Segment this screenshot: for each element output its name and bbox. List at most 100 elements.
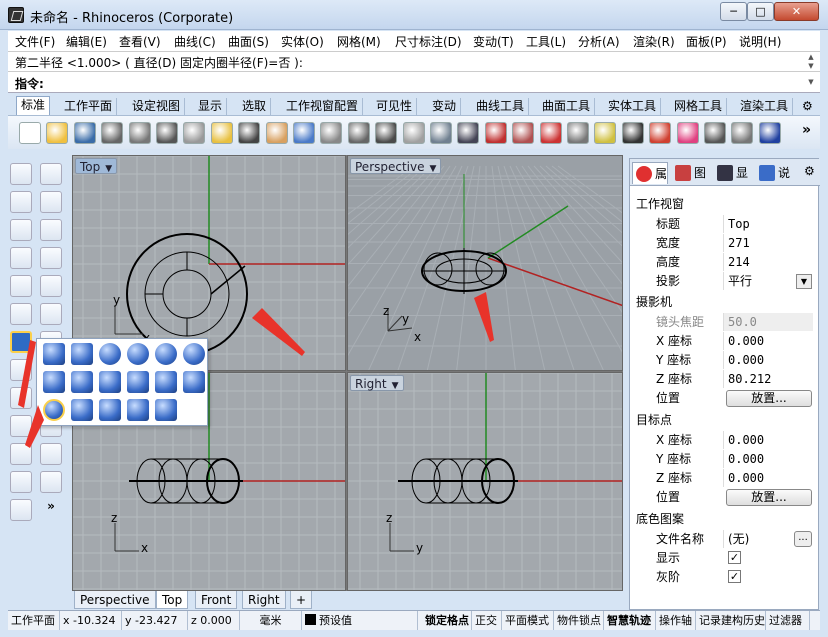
tab-solid-tools[interactable]: 实体工具: [604, 98, 662, 115]
status-osnap[interactable]: 物件锁点: [554, 611, 604, 630]
tab-visibility[interactable]: 可见性: [372, 98, 418, 115]
curve-icon[interactable]: [40, 191, 62, 213]
toolbar-options-icon[interactable]: ⚙: [802, 98, 813, 115]
menu-dimension[interactable]: 尺寸标注(D): [395, 33, 462, 50]
tab-transform[interactable]: 变动: [428, 98, 462, 115]
zoom-extents-icon[interactable]: [375, 122, 398, 144]
target-z-field[interactable]: 0.000: [723, 469, 813, 487]
point-cloud-icon[interactable]: [512, 122, 535, 144]
scroll-up-icon[interactable]: ▲: [804, 53, 818, 62]
maximize-button[interactable]: □: [747, 2, 774, 21]
zoom-window-icon[interactable]: [347, 122, 370, 144]
tab-render-tools[interactable]: 渲染工具: [736, 98, 794, 115]
tab-select[interactable]: 选取: [238, 98, 272, 115]
tab-standard[interactable]: 标准: [16, 96, 51, 116]
tab-mesh-tools[interactable]: 网格工具: [670, 98, 728, 115]
solid-box-icon[interactable]: [10, 331, 32, 353]
cylinder-icon[interactable]: [71, 343, 93, 365]
cut-icon[interactable]: [156, 122, 178, 144]
status-grid-snap[interactable]: 锁定格点: [422, 611, 472, 630]
viewport-perspective[interactable]: Perspective ▼ z y x: [347, 155, 623, 371]
command-dropdown-icon[interactable]: ▼: [804, 78, 818, 87]
status-gumball[interactable]: 操作轴: [656, 611, 696, 630]
menu-render[interactable]: 渲染(R): [633, 33, 675, 50]
panel-tab-properties[interactable]: 属: [632, 162, 668, 184]
menu-edit[interactable]: 编辑(E): [66, 33, 107, 50]
import-icon[interactable]: [128, 122, 151, 144]
close-button[interactable]: ✕: [774, 2, 819, 21]
tab-surface-tools[interactable]: 曲面工具: [538, 98, 596, 115]
browse-button[interactable]: ...: [794, 531, 812, 547]
rectangle-icon[interactable]: [40, 247, 62, 269]
status-ortho[interactable]: 正交: [472, 611, 502, 630]
zoom-selected-icon[interactable]: [402, 122, 425, 144]
viewport-height-field[interactable]: 214: [723, 253, 813, 271]
menu-surface[interactable]: 曲面(S): [228, 33, 269, 50]
chevron-down-icon[interactable]: ▼: [430, 161, 437, 177]
tab-cplanes[interactable]: 工作平面: [60, 98, 118, 115]
ellipse-icon[interactable]: [10, 275, 32, 297]
block-icon[interactable]: [40, 443, 62, 465]
render-preview-icon[interactable]: [731, 122, 754, 144]
target-x-field[interactable]: 0.000: [723, 431, 813, 449]
point-icon[interactable]: [40, 163, 62, 185]
sphere-ellipsoid-icon[interactable]: [127, 343, 149, 365]
fillet-curve-icon[interactable]: [40, 275, 62, 297]
select-arrow-icon[interactable]: [10, 163, 32, 185]
pipe-icon[interactable]: [71, 399, 93, 421]
pyramid-icon[interactable]: [99, 371, 121, 393]
car-icon[interactable]: [484, 122, 507, 144]
vptab-add-button[interactable]: +: [290, 591, 313, 609]
menu-panels[interactable]: 面板(P): [686, 33, 727, 50]
viewport-top-label[interactable]: Top ▼: [75, 158, 118, 174]
camera-y-field[interactable]: 0.000: [723, 351, 813, 369]
tab-set-view[interactable]: 设定视图: [128, 98, 186, 115]
status-cplane[interactable]: 工作平面: [8, 611, 60, 630]
menu-help[interactable]: 说明(H): [739, 33, 781, 50]
status-planar[interactable]: 平面模式: [502, 611, 554, 630]
circle-icon[interactable]: [10, 219, 32, 241]
lock-icon[interactable]: [621, 122, 644, 144]
toolbar-more-icon[interactable]: »: [802, 122, 811, 138]
viewport-width-field[interactable]: 271: [723, 234, 813, 252]
shaded-sphere-icon[interactable]: [758, 122, 781, 144]
tetrahedron-icon[interactable]: [127, 371, 149, 393]
menu-file[interactable]: 文件(F): [15, 33, 55, 50]
pipe-alt-icon[interactable]: [99, 399, 121, 421]
menu-mesh[interactable]: 网格(M): [337, 33, 381, 50]
cone-icon[interactable]: [71, 371, 93, 393]
torus-icon[interactable]: [43, 399, 65, 421]
target-y-field[interactable]: 0.000: [723, 450, 813, 468]
boolean-icon[interactable]: [10, 387, 32, 409]
zoom-icon[interactable]: [320, 122, 343, 144]
menu-tools[interactable]: 工具(L): [526, 33, 566, 50]
viewport-perspective-label[interactable]: Perspective ▼: [350, 158, 442, 177]
light-bulb-icon[interactable]: [594, 122, 617, 144]
camera-z-field[interactable]: 80.212: [723, 370, 813, 388]
undo-view-icon[interactable]: [430, 122, 452, 144]
polygon-icon[interactable]: [10, 247, 32, 269]
panel-options-icon[interactable]: ⚙: [804, 164, 815, 178]
render-mesh-icon[interactable]: [10, 499, 32, 521]
more-tools-icon[interactable]: »: [40, 499, 62, 521]
target-place-button[interactable]: 放置...: [726, 489, 812, 506]
new-file-icon[interactable]: [19, 122, 41, 144]
panel-tab-display[interactable]: 显: [714, 162, 748, 184]
status-smarttrack[interactable]: 智慧轨迹: [604, 611, 656, 630]
menu-analyze[interactable]: 分析(A): [578, 33, 620, 50]
panel-tab-help[interactable]: 说: [756, 162, 790, 184]
status-filter[interactable]: 过滤器: [766, 611, 810, 630]
menu-curve[interactable]: 曲线(C): [174, 33, 216, 50]
truncated-cone-icon[interactable]: [155, 371, 177, 393]
copy-icon[interactable]: [183, 122, 206, 144]
viewport-right[interactable]: Right ▼ z y: [347, 372, 623, 591]
camera-x-field[interactable]: 0.000: [723, 332, 813, 350]
vptab-right[interactable]: Right: [242, 591, 286, 609]
slab-icon[interactable]: [155, 399, 177, 421]
chevron-down-icon[interactable]: ▼: [796, 274, 812, 289]
paraboloid-icon[interactable]: [43, 371, 65, 393]
render-sphere-icon[interactable]: [704, 122, 726, 144]
polyline-icon[interactable]: [10, 191, 32, 213]
show-checkbox[interactable]: ✓: [728, 551, 741, 564]
scroll-down-icon[interactable]: ▼: [804, 62, 818, 71]
